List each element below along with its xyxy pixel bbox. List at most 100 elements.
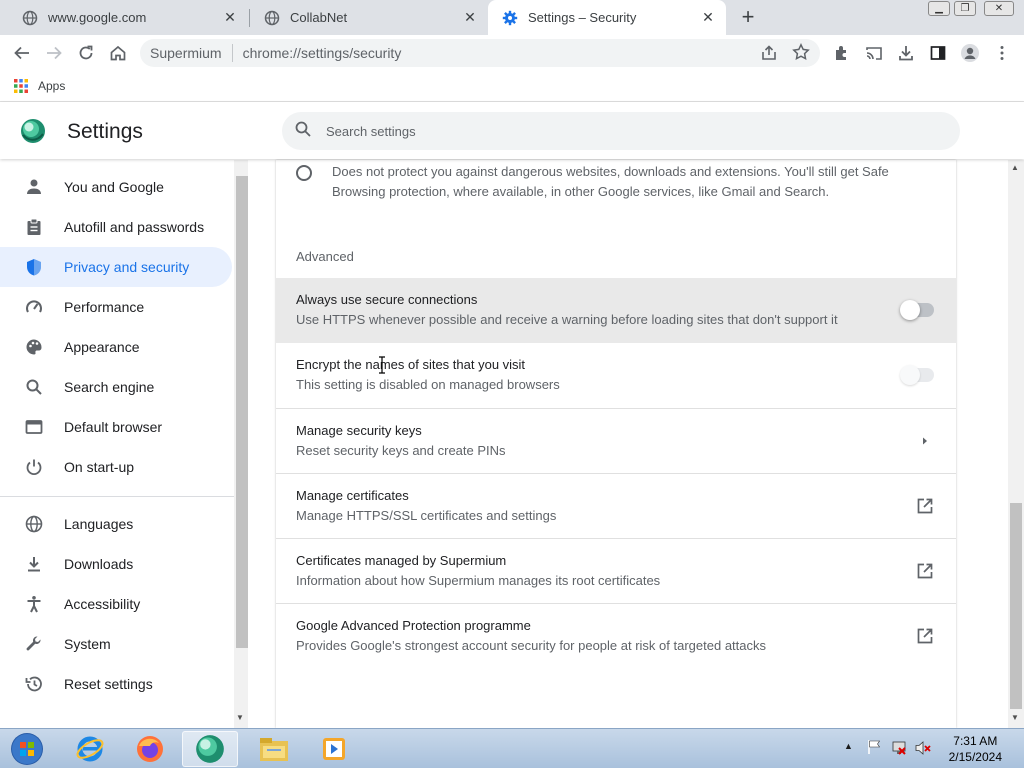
back-button[interactable] xyxy=(6,35,38,70)
sidebar-item-default-browser[interactable]: Default browser xyxy=(0,407,232,447)
sidebar-item-on-startup[interactable]: On start-up xyxy=(0,447,232,487)
start-button[interactable] xyxy=(2,731,52,767)
apps-grid-icon xyxy=(14,79,28,93)
sidebar-item-label: Reset settings xyxy=(64,676,153,692)
scroll-up-arrow-icon[interactable]: ▲ xyxy=(1011,163,1019,172)
sidebar-item-appearance[interactable]: Appearance xyxy=(0,327,232,367)
wrench-icon xyxy=(24,634,44,654)
advanced-section-heading: Advanced xyxy=(296,249,354,264)
download-icon xyxy=(899,45,913,60)
close-window-button[interactable]: ✕ xyxy=(984,1,1014,16)
search-input[interactable] xyxy=(326,123,926,139)
taskbar-media-player[interactable] xyxy=(306,731,362,767)
globe-icon xyxy=(22,10,38,26)
taskbar-file-explorer[interactable] xyxy=(246,731,302,767)
sidebar-item-accessibility[interactable]: Accessibility xyxy=(0,584,232,624)
sidebar-item-autofill[interactable]: Autofill and passwords xyxy=(0,207,232,247)
tab-strip: www.google.com ✕ CollabNet ✕ Settings – … xyxy=(0,0,1024,35)
share-icon[interactable] xyxy=(760,44,778,65)
scroll-down-arrow-icon[interactable]: ▼ xyxy=(236,713,244,722)
menu-button[interactable] xyxy=(986,35,1018,70)
settings-search-box[interactable] xyxy=(282,112,960,150)
clock-date: 2/15/2024 xyxy=(948,750,1002,764)
row-always-secure-connections[interactable]: Always use secure connections Use HTTPS … xyxy=(276,278,956,343)
sidebar-item-privacy-security[interactable]: Privacy and security xyxy=(0,247,232,287)
row-title: Certificates managed by Supermium xyxy=(296,553,507,568)
person-icon xyxy=(24,177,44,197)
tab-settings-security[interactable]: Settings – Security ✕ xyxy=(488,0,726,35)
row-title: Manage security keys xyxy=(296,423,422,438)
row-manage-certificates[interactable]: Manage certificates Manage HTTPS/SSL cer… xyxy=(276,473,956,538)
sidebar-item-label: On start-up xyxy=(64,459,135,475)
firefox-icon xyxy=(137,736,163,762)
side-panel-button[interactable] xyxy=(922,35,954,70)
sidebar-scrollbar-thumb[interactable] xyxy=(236,176,248,648)
apps-shortcut[interactable]: Apps xyxy=(14,76,65,96)
flag-icon[interactable] xyxy=(866,739,882,760)
close-icon[interactable]: ✕ xyxy=(700,9,716,26)
row-title: Manage certificates xyxy=(296,488,409,503)
tab-title: Settings – Security xyxy=(528,10,637,25)
no-protection-radio[interactable] xyxy=(296,165,312,181)
external-link-icon[interactable] xyxy=(914,494,936,518)
taskbar-supermium[interactable] xyxy=(182,731,238,767)
kebab-menu-icon xyxy=(1000,45,1004,60)
taskbar-internet-explorer[interactable] xyxy=(62,731,118,767)
cast-button[interactable] xyxy=(858,35,890,70)
tab-title: CollabNet xyxy=(290,10,348,25)
taskbar-firefox[interactable] xyxy=(122,731,178,767)
downloads-button[interactable] xyxy=(890,35,922,70)
external-link-icon[interactable] xyxy=(914,624,936,648)
bookmarks-bar: Apps xyxy=(0,70,1024,102)
external-link-icon[interactable] xyxy=(914,559,936,583)
avatar-icon xyxy=(961,43,979,62)
forward-button[interactable] xyxy=(38,35,70,70)
chevron-right-icon[interactable] xyxy=(914,429,936,453)
secure-connections-toggle[interactable] xyxy=(900,300,934,320)
clock-time: 7:31 AM xyxy=(953,734,998,748)
row-manage-security-keys[interactable]: Manage security keys Reset security keys… xyxy=(276,408,956,473)
row-subtitle: Reset security keys and create PINs xyxy=(296,443,506,458)
sidebar-item-performance[interactable]: Performance xyxy=(0,287,232,327)
row-certificates-managed[interactable]: Certificates managed by Supermium Inform… xyxy=(276,538,956,603)
close-icon[interactable]: ✕ xyxy=(462,9,478,26)
main-scrollbar-thumb[interactable] xyxy=(1010,503,1022,709)
speedometer-icon xyxy=(24,297,44,317)
scroll-down-arrow-icon[interactable]: ▼ xyxy=(1011,713,1019,722)
reload-button[interactable] xyxy=(70,35,102,70)
extensions-button[interactable] xyxy=(826,35,858,70)
sidebar-item-reset-settings[interactable]: Reset settings xyxy=(0,664,232,704)
profile-button[interactable] xyxy=(954,35,986,70)
sidebar-item-search-engine[interactable]: Search engine xyxy=(0,367,232,407)
sidebar-item-downloads[interactable]: Downloads xyxy=(0,544,232,584)
address-bar[interactable]: Supermium chrome://settings/security xyxy=(140,39,820,67)
home-icon xyxy=(110,45,126,60)
system-clock[interactable]: 7:31 AM 2/15/2024 xyxy=(949,733,1002,765)
home-button[interactable] xyxy=(102,35,134,70)
sidebar-item-label: You and Google xyxy=(64,179,164,195)
new-tab-button[interactable]: + xyxy=(736,6,760,30)
row-advanced-protection[interactable]: Google Advanced Protection programme Pro… xyxy=(276,603,956,668)
sidebar-item-you-and-google[interactable]: You and Google xyxy=(0,167,232,207)
sidebar-item-languages[interactable]: Languages xyxy=(0,504,232,544)
windows-taskbar: ▲ 7:31 AM 2/15/2024 xyxy=(0,728,1024,768)
text-cursor-icon xyxy=(378,356,386,379)
tab-google[interactable]: www.google.com ✕ xyxy=(8,0,248,35)
network-icon[interactable] xyxy=(890,739,908,762)
sidebar-item-system[interactable]: System xyxy=(0,624,232,664)
restore-button[interactable]: ❐ xyxy=(954,1,976,16)
volume-muted-icon[interactable] xyxy=(914,739,932,762)
no-protection-description: Does not protect you against dangerous w… xyxy=(332,164,889,199)
tab-collabnet[interactable]: CollabNet ✕ xyxy=(250,0,488,35)
show-hidden-icons-icon[interactable]: ▲ xyxy=(844,741,853,751)
sidebar-item-label: Accessibility xyxy=(64,596,141,612)
start-orb-icon xyxy=(11,733,43,765)
minimize-button[interactable]: ▁ xyxy=(928,1,950,16)
arrow-left-icon xyxy=(14,46,29,59)
search-icon xyxy=(294,120,312,143)
row-subtitle: This setting is disabled on managed brow… xyxy=(296,377,560,392)
close-icon[interactable]: ✕ xyxy=(222,9,238,26)
encrypt-names-toggle xyxy=(900,365,934,385)
star-icon[interactable] xyxy=(792,43,810,64)
power-icon xyxy=(24,457,44,477)
